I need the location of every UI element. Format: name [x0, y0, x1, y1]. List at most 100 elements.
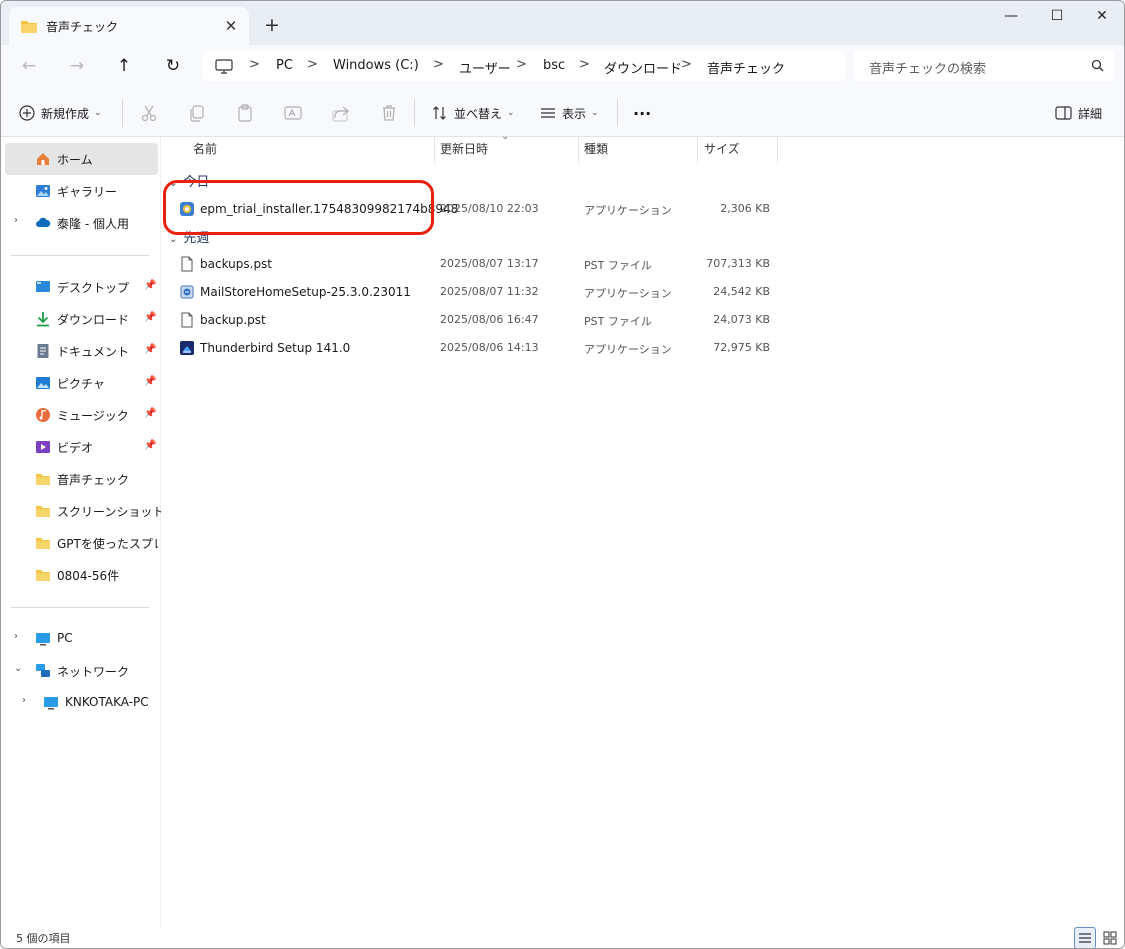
- file-row[interactable]: backup.pst 2025/08/06 16:47 PST ファイル 24,…: [173, 306, 783, 334]
- sidebar-item-network[interactable]: ⌄ ネットワーク: [5, 655, 158, 687]
- sidebar-item-documents[interactable]: ドキュメント 📌: [5, 335, 158, 367]
- back-button[interactable]: ←: [14, 53, 44, 81]
- annotation-highlight-ring: [163, 180, 434, 235]
- close-tab-button[interactable]: ✕: [219, 14, 243, 38]
- sidebar-item-folder[interactable]: 音声チェック: [5, 463, 158, 495]
- column-header-name[interactable]: 名前: [193, 137, 217, 163]
- maximize-button[interactable]: ☐: [1034, 1, 1080, 33]
- breadcrumb-windows[interactable]: Windows (C:): [333, 58, 419, 73]
- delete-icon[interactable]: [379, 103, 399, 123]
- sidebar-item-desktop[interactable]: デスクトップ 📌: [5, 271, 158, 303]
- sidebar-item-videos[interactable]: ビデオ 📌: [5, 431, 158, 463]
- pin-icon[interactable]: 📌: [144, 312, 156, 323]
- pin-icon[interactable]: 📌: [144, 408, 156, 419]
- chevron-down-icon[interactable]: ⌄: [14, 663, 22, 674]
- breadcrumb-separator: >: [249, 57, 260, 72]
- file-size: 72,975 KB: [713, 341, 770, 354]
- sidebar-item-home[interactable]: ホーム: [5, 143, 158, 175]
- sidebar-item-label: ピクチャ: [57, 377, 105, 391]
- pin-icon[interactable]: 📌: [144, 280, 156, 291]
- breadcrumb-separator: >: [433, 57, 444, 72]
- sidebar-item-network-pc[interactable]: › KNKOTAKA-PC: [5, 687, 158, 719]
- file-list: 名前 更新日時 ⌄ 種類 サイズ ⌄ 今日 epm_trial_installer…: [161, 131, 1124, 927]
- column-divider[interactable]: [578, 137, 579, 163]
- sidebar-item-folder[interactable]: GPTを使ったスプレッド: [5, 527, 158, 559]
- sidebar-item-pictures[interactable]: ピクチャ 📌: [5, 367, 158, 399]
- search-box[interactable]: 音声チェックの検索: [854, 51, 1114, 81]
- sidebar-item-pc[interactable]: › PC: [5, 623, 158, 655]
- new-tab-button[interactable]: +: [259, 13, 285, 39]
- sidebar-item-folder[interactable]: スクリーンショット: [5, 495, 164, 527]
- title-bar: 音声チェック ✕ + — ☐ ✕: [1, 1, 1124, 45]
- close-window-button[interactable]: ✕: [1079, 1, 1124, 33]
- file-date: 2025/08/10 22:03: [440, 202, 539, 215]
- view-button[interactable]: 表示 ⌄: [540, 101, 599, 125]
- chevron-right-icon[interactable]: ›: [14, 215, 18, 226]
- copy-icon[interactable]: [187, 103, 207, 123]
- file-date: 2025/08/07 13:17: [440, 257, 539, 270]
- file-size: 24,073 KB: [713, 313, 770, 326]
- details-pane-button[interactable]: 詳細: [1055, 101, 1102, 125]
- breadcrumb-bsc[interactable]: bsc: [543, 58, 565, 73]
- refresh-button[interactable]: ↻: [158, 53, 188, 81]
- folder-icon: [36, 538, 50, 549]
- breadcrumb-users[interactable]: ユーザー: [459, 58, 511, 77]
- breadcrumb-pc[interactable]: PC: [276, 58, 293, 73]
- breadcrumb-downloads[interactable]: ダウンロード: [604, 58, 682, 77]
- up-button[interactable]: ↑: [109, 53, 139, 81]
- column-divider[interactable]: [777, 137, 778, 163]
- file-size: 707,313 KB: [706, 257, 770, 270]
- navigation-bar: ← → ↑ ↻ > PC > Windows (C:) > ユーザー > bsc…: [1, 45, 1124, 89]
- file-row[interactable]: MailStoreHomeSetup-25.3.0.23011 2025/08/…: [173, 278, 783, 306]
- column-header-date[interactable]: 更新日時: [440, 137, 488, 163]
- sidebar-item-folder[interactable]: 0804-56件: [5, 559, 158, 591]
- tab-current[interactable]: 音声チェック ✕: [9, 7, 249, 45]
- rename-icon[interactable]: [283, 103, 303, 123]
- share-icon[interactable]: [331, 103, 351, 123]
- column-header-size[interactable]: サイズ: [704, 137, 740, 163]
- sidebar-item-onedrive[interactable]: › 泰隆 - 個人用: [5, 207, 158, 239]
- column-divider[interactable]: [434, 137, 435, 163]
- sidebar-item-gallery[interactable]: ギャラリー: [5, 175, 158, 207]
- search-placeholder: 音声チェックの検索: [869, 62, 987, 77]
- details-view-button[interactable]: [1074, 927, 1096, 948]
- breadcrumb-separator: >: [307, 57, 318, 72]
- pin-icon[interactable]: 📌: [144, 376, 156, 387]
- breadcrumb-separator: >: [516, 57, 527, 72]
- sidebar-item-label: スクリーンショット: [57, 505, 165, 519]
- file-type: アプリケーション: [584, 343, 672, 356]
- chevron-right-icon[interactable]: ›: [22, 695, 26, 706]
- file-icon: [181, 256, 193, 272]
- pc-icon: [44, 697, 58, 710]
- pin-icon[interactable]: 📌: [144, 440, 156, 451]
- file-explorer-window: 音声チェック ✕ + — ☐ ✕ ← → ↑ ↻ > PC > Windows …: [0, 0, 1125, 949]
- cut-icon[interactable]: [139, 103, 159, 123]
- sidebar-item-label: ダウンロード: [57, 313, 130, 327]
- plus-circle-icon: [19, 105, 35, 121]
- file-row[interactable]: backups.pst 2025/08/07 13:17 PST ファイル 70…: [173, 250, 783, 278]
- file-row[interactable]: Thunderbird Setup 141.0 2025/08/06 14:13…: [173, 334, 783, 362]
- minimize-button[interactable]: —: [988, 1, 1034, 33]
- forward-button[interactable]: →: [62, 53, 92, 81]
- more-options-button[interactable]: ···: [633, 101, 651, 125]
- chevron-right-icon[interactable]: ›: [14, 631, 18, 642]
- file-name: MailStoreHomeSetup-25.3.0.23011: [200, 285, 411, 299]
- pin-icon[interactable]: 📌: [144, 344, 156, 355]
- tiles-view-button[interactable]: [1099, 927, 1121, 948]
- sidebar-item-downloads[interactable]: ダウンロード 📌: [5, 303, 158, 335]
- file-name: backup.pst: [200, 313, 266, 327]
- address-bar[interactable]: > PC > Windows (C:) > ユーザー > bsc > ダウンロー…: [203, 51, 845, 81]
- column-header-type[interactable]: 種類: [584, 137, 608, 163]
- sidebar-item-label: ギャラリー: [57, 185, 118, 199]
- new-button[interactable]: 新規作成 ⌄: [19, 101, 102, 125]
- status-bar: 5 個の項目: [1, 927, 1124, 948]
- paste-icon[interactable]: [235, 103, 255, 123]
- video-icon: [36, 441, 50, 453]
- sidebar-item-music[interactable]: ミュージック 📌: [5, 399, 158, 431]
- breadcrumb-current[interactable]: 音声チェック: [707, 58, 785, 77]
- column-divider[interactable]: [697, 137, 698, 163]
- sort-button[interactable]: 並べ替え ⌄: [432, 101, 515, 125]
- folder-icon: [36, 474, 50, 485]
- sidebar-item-label: GPTを使ったスプレッド: [57, 537, 158, 551]
- breadcrumb-separator: >: [681, 57, 692, 72]
